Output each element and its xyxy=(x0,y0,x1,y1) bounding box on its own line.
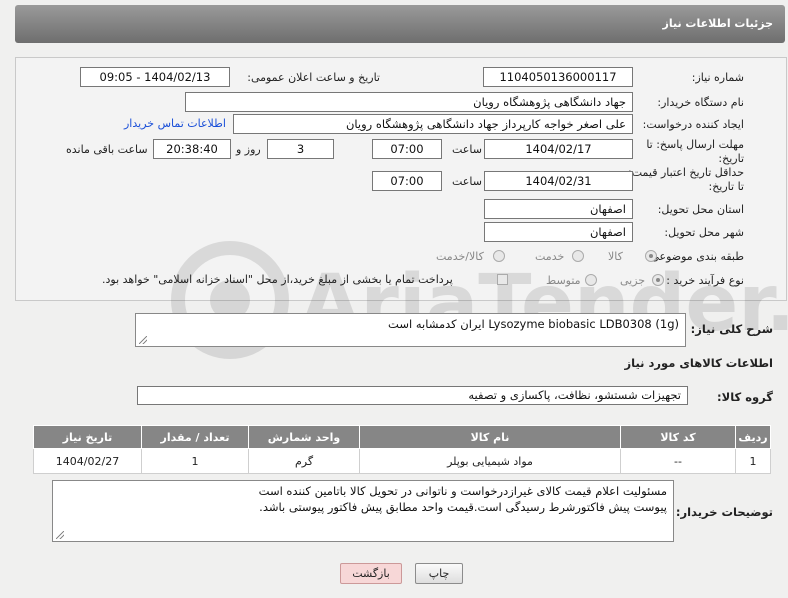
validity-time-field: 07:00 xyxy=(372,171,442,191)
process-type-label: نوع فرآیند خرید : xyxy=(666,274,744,287)
requester-field: علی اصغر خواجه کارپرداز جهاد دانشگاهی پژ… xyxy=(233,114,633,134)
buyer-notes-textarea[interactable]: مسئولیت اعلام قیمت کالای غیرازدرخواست و … xyxy=(52,480,674,542)
cell-unit: گرم xyxy=(248,448,360,474)
process-radio-medium[interactable] xyxy=(585,274,597,286)
col-header-qty: تعداد / مقدار xyxy=(141,425,249,449)
print-button[interactable]: چاپ xyxy=(415,563,463,584)
province-field: اصفهان xyxy=(484,199,633,219)
cell-code: -- xyxy=(620,448,736,474)
goods-group-field: تجهیزات شستشو، نظافت، پاکسازی و تصفیه xyxy=(137,386,688,405)
cell-date: 1404/02/27 xyxy=(33,448,142,474)
days-remaining-field: 3 xyxy=(267,139,334,159)
remaining-time-field: 20:38:40 xyxy=(153,139,231,159)
days-label: روز و xyxy=(236,143,261,156)
announce-date-field: 1404/02/13 - 09:05 xyxy=(80,67,230,87)
category-option-service: خدمت xyxy=(535,250,565,263)
buyer-org-field: جهاد دانشگاهی پژوهشگاه رویان xyxy=(185,92,633,112)
requester-label: ایجاد کننده درخواست: xyxy=(642,118,744,131)
col-header-unit: واحد شمارش xyxy=(248,425,360,449)
page-title: جزئیات اطلاعات نیاز xyxy=(662,17,774,30)
reply-deadline-label-line1: مهلت ارسال پاسخ: تا xyxy=(646,138,744,151)
cell-name: مواد شیمیایی بوپلر xyxy=(359,448,621,474)
process-option-minor: جزیی xyxy=(620,274,646,287)
remaining-time-label: ساعت باقی مانده xyxy=(66,143,148,156)
validity-date-field: 1404/02/31 xyxy=(484,171,633,191)
reply-time-field: 07:00 xyxy=(372,139,442,159)
back-button[interactable]: بازگشت xyxy=(340,563,402,584)
process-option-medium: متوسط xyxy=(546,274,581,287)
treasury-payment-note: پرداخت تمام یا بخشی از مبلغ خرید،از محل … xyxy=(102,273,453,286)
reply-time-label: ساعت xyxy=(452,143,482,156)
announce-date-label: تاریخ و ساعت اعلان عمومی: xyxy=(247,71,380,84)
city-field: اصفهان xyxy=(484,222,633,242)
table-row[interactable]: 1 -- مواد شیمیایی بوپلر گرم 1 1404/02/27 xyxy=(33,448,771,474)
price-validity-label: حداقل تاریخ اعتبار قیمت: تا تاریخ: xyxy=(628,166,744,194)
buyer-notes-label: توضیحات خریدار: xyxy=(675,505,773,519)
buyer-org-label: نام دستگاه خریدار: xyxy=(657,96,744,109)
col-header-date: تاریخ نیاز xyxy=(33,425,142,449)
category-label: طبقه بندی موضوعی: xyxy=(646,250,744,263)
col-header-code: کد کالا xyxy=(620,425,736,449)
description-text: Lysozyme biobasic LDB0308 (1g) ایران کدم… xyxy=(388,317,679,331)
description-textarea[interactable]: Lysozyme biobasic LDB0308 (1g) ایران کدم… xyxy=(135,313,686,347)
description-label: شرح کلی نیاز: xyxy=(690,322,773,336)
treasury-payment-checkbox[interactable] xyxy=(497,274,508,285)
reply-deadline-label-line2: تاریخ: xyxy=(718,152,744,165)
goods-group-label: گروه کالا: xyxy=(717,390,773,404)
process-radio-minor[interactable] xyxy=(652,274,664,286)
need-number-label: شماره نیاز: xyxy=(691,71,744,84)
page-header: جزئیات اطلاعات نیاز xyxy=(15,5,785,43)
cell-qty: 1 xyxy=(141,448,249,474)
goods-section-title: اطلاعات کالاهای مورد نیاز xyxy=(624,356,773,370)
col-header-row: ردیف xyxy=(735,425,771,449)
buyer-contact-link[interactable]: اطلاعات تماس خریدار xyxy=(124,117,226,130)
table-header-row: ردیف کد کالا نام کالا واحد شمارش تعداد /… xyxy=(33,425,771,449)
province-label: استان محل تحویل: xyxy=(657,203,744,216)
col-header-name: نام کالا xyxy=(359,425,621,449)
buyer-notes-line2: پیوست پیش فاکتورشرط رسیدگی است.قیمت واحد… xyxy=(259,500,667,514)
category-radio-service[interactable] xyxy=(572,250,584,262)
validity-time-label: ساعت xyxy=(452,175,482,188)
city-label: شهر محل تحویل: xyxy=(664,226,744,239)
reply-deadline-label: مهلت ارسال پاسخ: تا تاریخ: xyxy=(646,138,744,166)
category-radio-goods-service[interactable] xyxy=(493,250,505,262)
buyer-notes-line1: مسئولیت اعلام قیمت کالای غیرازدرخواست و … xyxy=(258,484,667,498)
category-radio-goods[interactable] xyxy=(645,250,657,262)
goods-table: ردیف کد کالا نام کالا واحد شمارش تعداد /… xyxy=(33,425,771,474)
need-number-field: 1104050136000117 xyxy=(483,67,633,87)
category-option-goods: کالا xyxy=(608,250,623,263)
price-validity-label-line1: حداقل تاریخ اعتبار قیمت: xyxy=(628,166,744,179)
price-validity-label-line2: تا تاریخ: xyxy=(708,180,744,193)
reply-date-field: 1404/02/17 xyxy=(484,139,633,159)
cell-row: 1 xyxy=(735,448,771,474)
resize-grip-icon[interactable] xyxy=(139,336,147,344)
category-option-goods-service: کالا/خدمت xyxy=(436,250,484,263)
resize-grip-icon[interactable] xyxy=(56,531,64,539)
